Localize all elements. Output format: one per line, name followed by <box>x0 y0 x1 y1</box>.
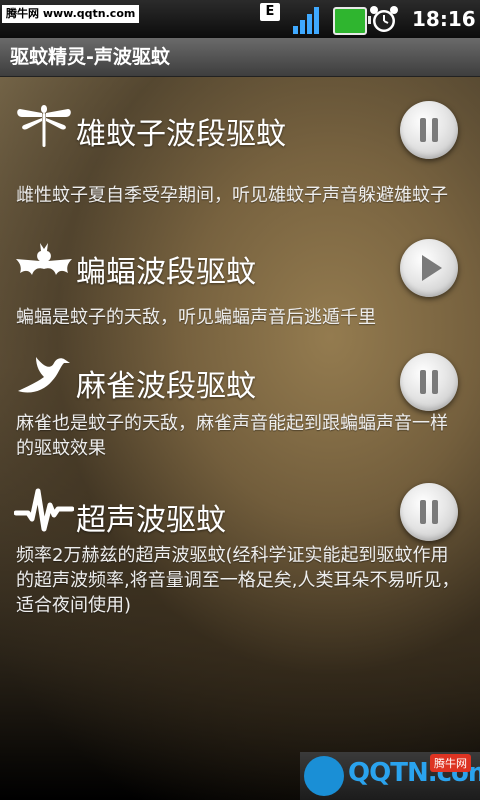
app-title: 驱蚊精灵-声波驱蚊 <box>10 46 170 68</box>
clock-time: 18:16 <box>412 7 476 31</box>
app-title-bar: 驱蚊精灵-声波驱蚊 <box>0 38 480 77</box>
bat-icon <box>16 243 72 275</box>
play-icon <box>422 255 442 281</box>
battery-icon <box>333 7 371 35</box>
signal-strength-icon <box>293 7 319 34</box>
mode-title: 超声波驱蚊 <box>76 503 226 538</box>
mode-description: 雌性蚊子夏自季受孕期间，听见雄蚊子声音躲避雄蚊子 <box>16 185 448 206</box>
logo-badge: 腾牛网 <box>430 754 471 772</box>
bird-icon <box>18 357 70 393</box>
logo-icon <box>304 756 344 796</box>
mode-description: 频率2万赫兹的超声波驱蚊(经科学证实能起到驱蚊作用的超声波频率,将音量调至一格足… <box>16 545 460 616</box>
pause-button[interactable] <box>400 483 458 541</box>
mode-title: 麻雀波段驱蚊 <box>76 369 256 404</box>
alarm-clock-icon <box>370 6 398 32</box>
waveform-icon <box>14 488 74 532</box>
pause-icon <box>420 118 438 142</box>
pause-button[interactable] <box>400 353 458 411</box>
pause-button[interactable] <box>400 101 458 159</box>
watermark-logo: QQTN.com 腾牛网 <box>300 752 480 800</box>
status-bar: 腾牛网 www.qqtn.com E 18:16 <box>0 0 480 38</box>
network-type-icon: E <box>260 3 280 21</box>
play-button[interactable] <box>400 239 458 297</box>
mode-description: 蝙蝠是蚊子的天敌，听见蝙蝠声音后逃遁千里 <box>16 307 376 328</box>
mode-list: 雄蚊子波段驱蚊 雌性蚊子夏自季受孕期间，听见雄蚊子声音躲避雄蚊子 蝙蝠波段驱蚊 … <box>0 77 480 800</box>
watermark-text: 腾牛网 www.qqtn.com <box>2 5 140 23</box>
mode-title: 蝙蝠波段驱蚊 <box>76 255 256 290</box>
pause-icon <box>420 500 438 524</box>
mode-description: 麻雀也是蚊子的天敌，麻雀声音能起到跟蝙蝠声音一样的驱蚊效果 <box>16 413 448 459</box>
pause-icon <box>420 370 438 394</box>
mode-title: 雄蚊子波段驱蚊 <box>76 117 286 152</box>
dragonfly-icon <box>17 105 71 147</box>
